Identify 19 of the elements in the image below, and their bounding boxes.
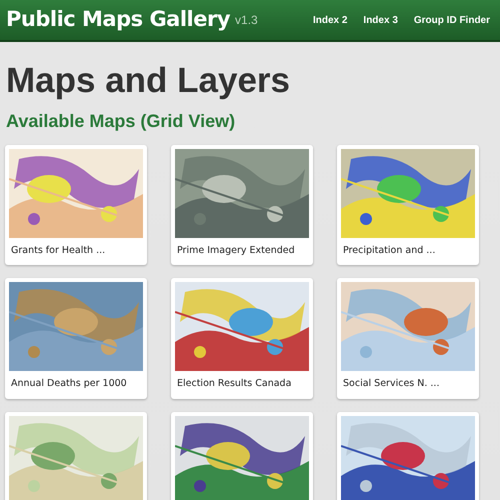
page-heading: Maps and Layers [6, 60, 291, 102]
map-card[interactable]: Annual Deaths per 1000 [5, 278, 147, 398]
section-heading: Available Maps (Grid View) [6, 110, 236, 133]
nav-link[interactable]: Index 2 [312, 12, 348, 28]
map-title: Prime Imagery Extended [176, 244, 296, 258]
map-card[interactable]: Precipitation and ... [337, 145, 479, 266]
map-title: Annual Deaths per 1000 [10, 377, 128, 392]
version-label: v1.3 [235, 12, 258, 29]
map-title: Grants for Health ... [10, 244, 106, 258]
map-title: Social Services N. ... [342, 377, 440, 392]
site-title: Public Maps Gallery [6, 6, 230, 34]
map-title: Precipitation and ... [342, 244, 436, 258]
map-card[interactable]: Election Results Canada [171, 278, 313, 398]
map-card[interactable]: Prime Imagery Extended [171, 145, 313, 266]
nav-link[interactable]: Index 3 [363, 12, 398, 28]
map-card[interactable]: Social Services N. ... [337, 278, 479, 398]
map-card[interactable]: Grants for Health ... [5, 145, 147, 266]
nav-link[interactable]: Group ID Finder [414, 12, 490, 28]
map-title: Election Results Canada [176, 377, 292, 392]
